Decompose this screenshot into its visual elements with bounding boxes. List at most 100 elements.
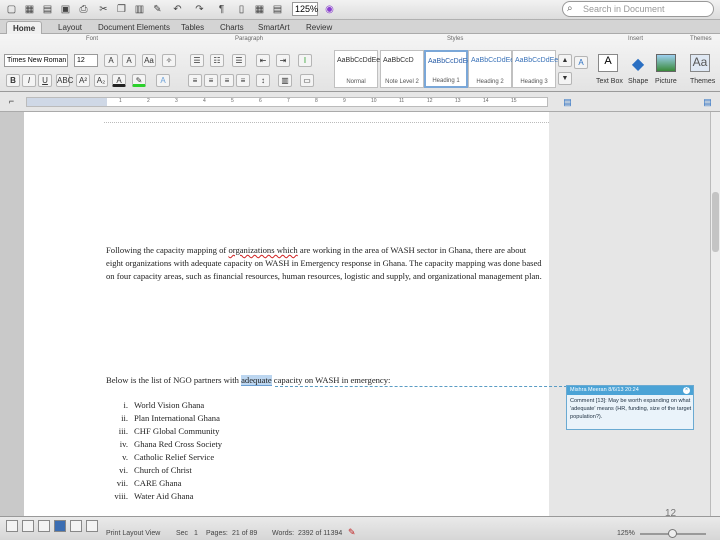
show-formatting-icon[interactable]: ¶ xyxy=(214,2,229,17)
tab-document-elements[interactable]: Document Elements xyxy=(92,21,176,34)
media-browser-icon[interactable]: ▤ xyxy=(270,2,285,17)
text-effects-button[interactable]: A xyxy=(156,74,170,87)
subscript-button[interactable]: A₂ xyxy=(94,74,108,87)
comment-close-icon[interactable]: × xyxy=(683,387,690,394)
print-icon[interactable]: ⎙ xyxy=(76,2,91,17)
highlight-button[interactable]: ✎ xyxy=(132,74,146,87)
picture-icon[interactable] xyxy=(656,54,676,72)
cut-icon[interactable]: ✂ xyxy=(96,2,111,17)
font-name-select[interactable]: Times New Roman xyxy=(4,54,68,67)
style-sample: AaBbCcDdEe xyxy=(337,57,381,64)
spelling-status-icon[interactable]: ✎ xyxy=(348,527,356,538)
help-icon[interactable]: ◉ xyxy=(322,2,337,17)
grow-font-icon[interactable]: A xyxy=(104,54,118,67)
commented-text[interactable]: adequate xyxy=(241,375,272,386)
open-icon[interactable]: ▤ xyxy=(40,2,55,17)
style-sample: AaBbCcDdEe xyxy=(428,58,472,65)
tab-home[interactable]: Home xyxy=(6,21,43,34)
text-direction-icon[interactable]: I xyxy=(298,54,312,67)
toolbox-icon[interactable]: ▦ xyxy=(252,2,267,17)
copy-icon[interactable]: ❐ xyxy=(114,2,129,17)
increase-indent-icon[interactable]: ⇥ xyxy=(276,54,290,67)
decrease-indent-icon[interactable]: ⇤ xyxy=(256,54,270,67)
zoom-slider-knob[interactable] xyxy=(668,529,677,538)
ruler-end-icon[interactable]: ▤ xyxy=(700,95,715,110)
themes-icon[interactable]: Aa xyxy=(690,54,710,72)
outline-icon[interactable]: ☰ xyxy=(232,54,246,67)
style-heading-1[interactable]: AaBbCcDdEe Heading 1 xyxy=(424,50,472,88)
underline-button[interactable]: U xyxy=(38,74,52,87)
outline-view-button[interactable] xyxy=(22,520,34,532)
styles-scroll-down-icon[interactable]: ▼ xyxy=(558,72,572,85)
tab-charts[interactable]: Charts xyxy=(214,21,250,34)
comment-text[interactable]: Comment [13]: May be worth expanding on … xyxy=(570,397,692,421)
scrollbar-thumb[interactable] xyxy=(712,192,719,252)
ruler-strip[interactable]: 1 2 3 4 5 6 7 8 9 10 11 12 13 14 15 xyxy=(26,97,548,107)
italic-button[interactable]: I xyxy=(22,74,36,87)
words-value[interactable]: 2392 of 11394 xyxy=(298,530,342,537)
text-box-icon[interactable]: A xyxy=(598,54,618,72)
redo-icon[interactable]: ↷ xyxy=(192,2,207,17)
superscript-button[interactable]: A² xyxy=(76,74,90,87)
format-painter-icon[interactable]: ✎ xyxy=(150,2,165,17)
justify-icon[interactable]: ≡ xyxy=(236,74,250,87)
ruler-right-icon[interactable]: ▤ xyxy=(560,95,575,110)
spelling-error[interactable]: organizations which xyxy=(228,245,297,255)
borders-icon[interactable]: ▭ xyxy=(300,74,314,87)
tab-review[interactable]: Review xyxy=(300,21,338,34)
numbering-icon[interactable]: ☷ xyxy=(210,54,224,67)
align-right-icon[interactable]: ≡ xyxy=(220,74,234,87)
line-spacing-icon[interactable]: ↕ xyxy=(256,74,270,87)
vertical-scrollbar[interactable] xyxy=(710,112,720,516)
document-page[interactable]: Following the capacity mapping of organi… xyxy=(24,112,549,516)
page-margin-guide xyxy=(104,122,549,123)
undo-icon[interactable]: ↶ xyxy=(170,2,185,17)
templates-icon[interactable]: ▦ xyxy=(22,2,37,17)
document-canvas[interactable]: Following the capacity mapping of organi… xyxy=(0,112,710,516)
horizontal-ruler[interactable]: ⌐ 1 2 3 4 5 6 7 8 9 10 11 12 13 14 15 ▤ … xyxy=(0,92,720,112)
para-line: eight organizations with adequate capaci… xyxy=(106,258,542,268)
words-label: Words: xyxy=(272,530,295,537)
font-size-select[interactable]: 12 xyxy=(74,54,98,67)
style-heading-3[interactable]: AaBbCcDdEe Heading 3 xyxy=(512,50,558,88)
shrink-font-icon[interactable]: A xyxy=(122,54,136,67)
shape-icon[interactable]: ◆ xyxy=(628,54,648,73)
style-normal[interactable]: AaBbCcDdEe Normal xyxy=(334,50,381,88)
style-heading-2[interactable]: AaBbCcDdEe Heading 2 xyxy=(468,50,514,88)
change-case-icon[interactable]: Aa xyxy=(142,54,156,67)
sidebar-icon[interactable]: ▯ xyxy=(234,2,249,17)
print-layout-view-button[interactable] xyxy=(54,520,66,532)
tab-label: Home xyxy=(13,24,36,33)
bold-button[interactable]: B xyxy=(6,74,20,87)
clear-formatting-icon[interactable]: ✧ xyxy=(162,54,176,67)
notebook-view-button[interactable] xyxy=(70,520,82,532)
tab-layout[interactable]: Layout xyxy=(52,21,88,34)
font-color-button[interactable]: A xyxy=(112,74,126,87)
full-screen-view-button[interactable] xyxy=(86,520,98,532)
themes-label: Themes xyxy=(690,78,716,85)
columns-icon[interactable]: ▥ xyxy=(278,74,292,87)
styles-scroll-up-icon[interactable]: ▲ xyxy=(558,54,572,67)
publishing-view-button[interactable] xyxy=(38,520,50,532)
align-left-icon[interactable]: ≡ xyxy=(188,74,202,87)
tab-tables[interactable]: Tables xyxy=(175,21,210,34)
bullets-icon[interactable]: ☰ xyxy=(190,54,204,67)
para-text: capacity on WASH in emergency: xyxy=(271,375,391,385)
strikethrough-button[interactable]: ABC xyxy=(56,74,73,87)
font-group-label: Font xyxy=(86,36,99,42)
tab-label: Charts xyxy=(220,23,244,32)
tab-stop-selector-icon[interactable]: ⌐ xyxy=(4,94,19,109)
tab-smartart[interactable]: SmartArt xyxy=(252,21,296,34)
search-input[interactable]: ⌕ Search in Document xyxy=(562,1,714,17)
paste-icon[interactable]: ▥ xyxy=(132,2,147,17)
style-note-level-2[interactable]: AaBbCcD Note Level 2 xyxy=(380,50,424,88)
draft-view-button[interactable] xyxy=(6,520,18,532)
align-center-icon[interactable]: ≡ xyxy=(204,74,218,87)
body-paragraph-1[interactable]: Following the capacity mapping of organi… xyxy=(106,244,546,283)
zoom-select[interactable]: 125% xyxy=(292,2,318,16)
save-icon[interactable]: ▣ xyxy=(58,2,73,17)
styles-pane-icon[interactable]: A xyxy=(574,56,588,69)
comment-header: Mishra Meeran 8/6/13 20:24 × xyxy=(567,386,693,395)
comment-balloon[interactable]: Mishra Meeran 8/6/13 20:24 × Comment [13… xyxy=(566,385,694,430)
new-document-icon[interactable]: ▢ xyxy=(4,2,19,17)
